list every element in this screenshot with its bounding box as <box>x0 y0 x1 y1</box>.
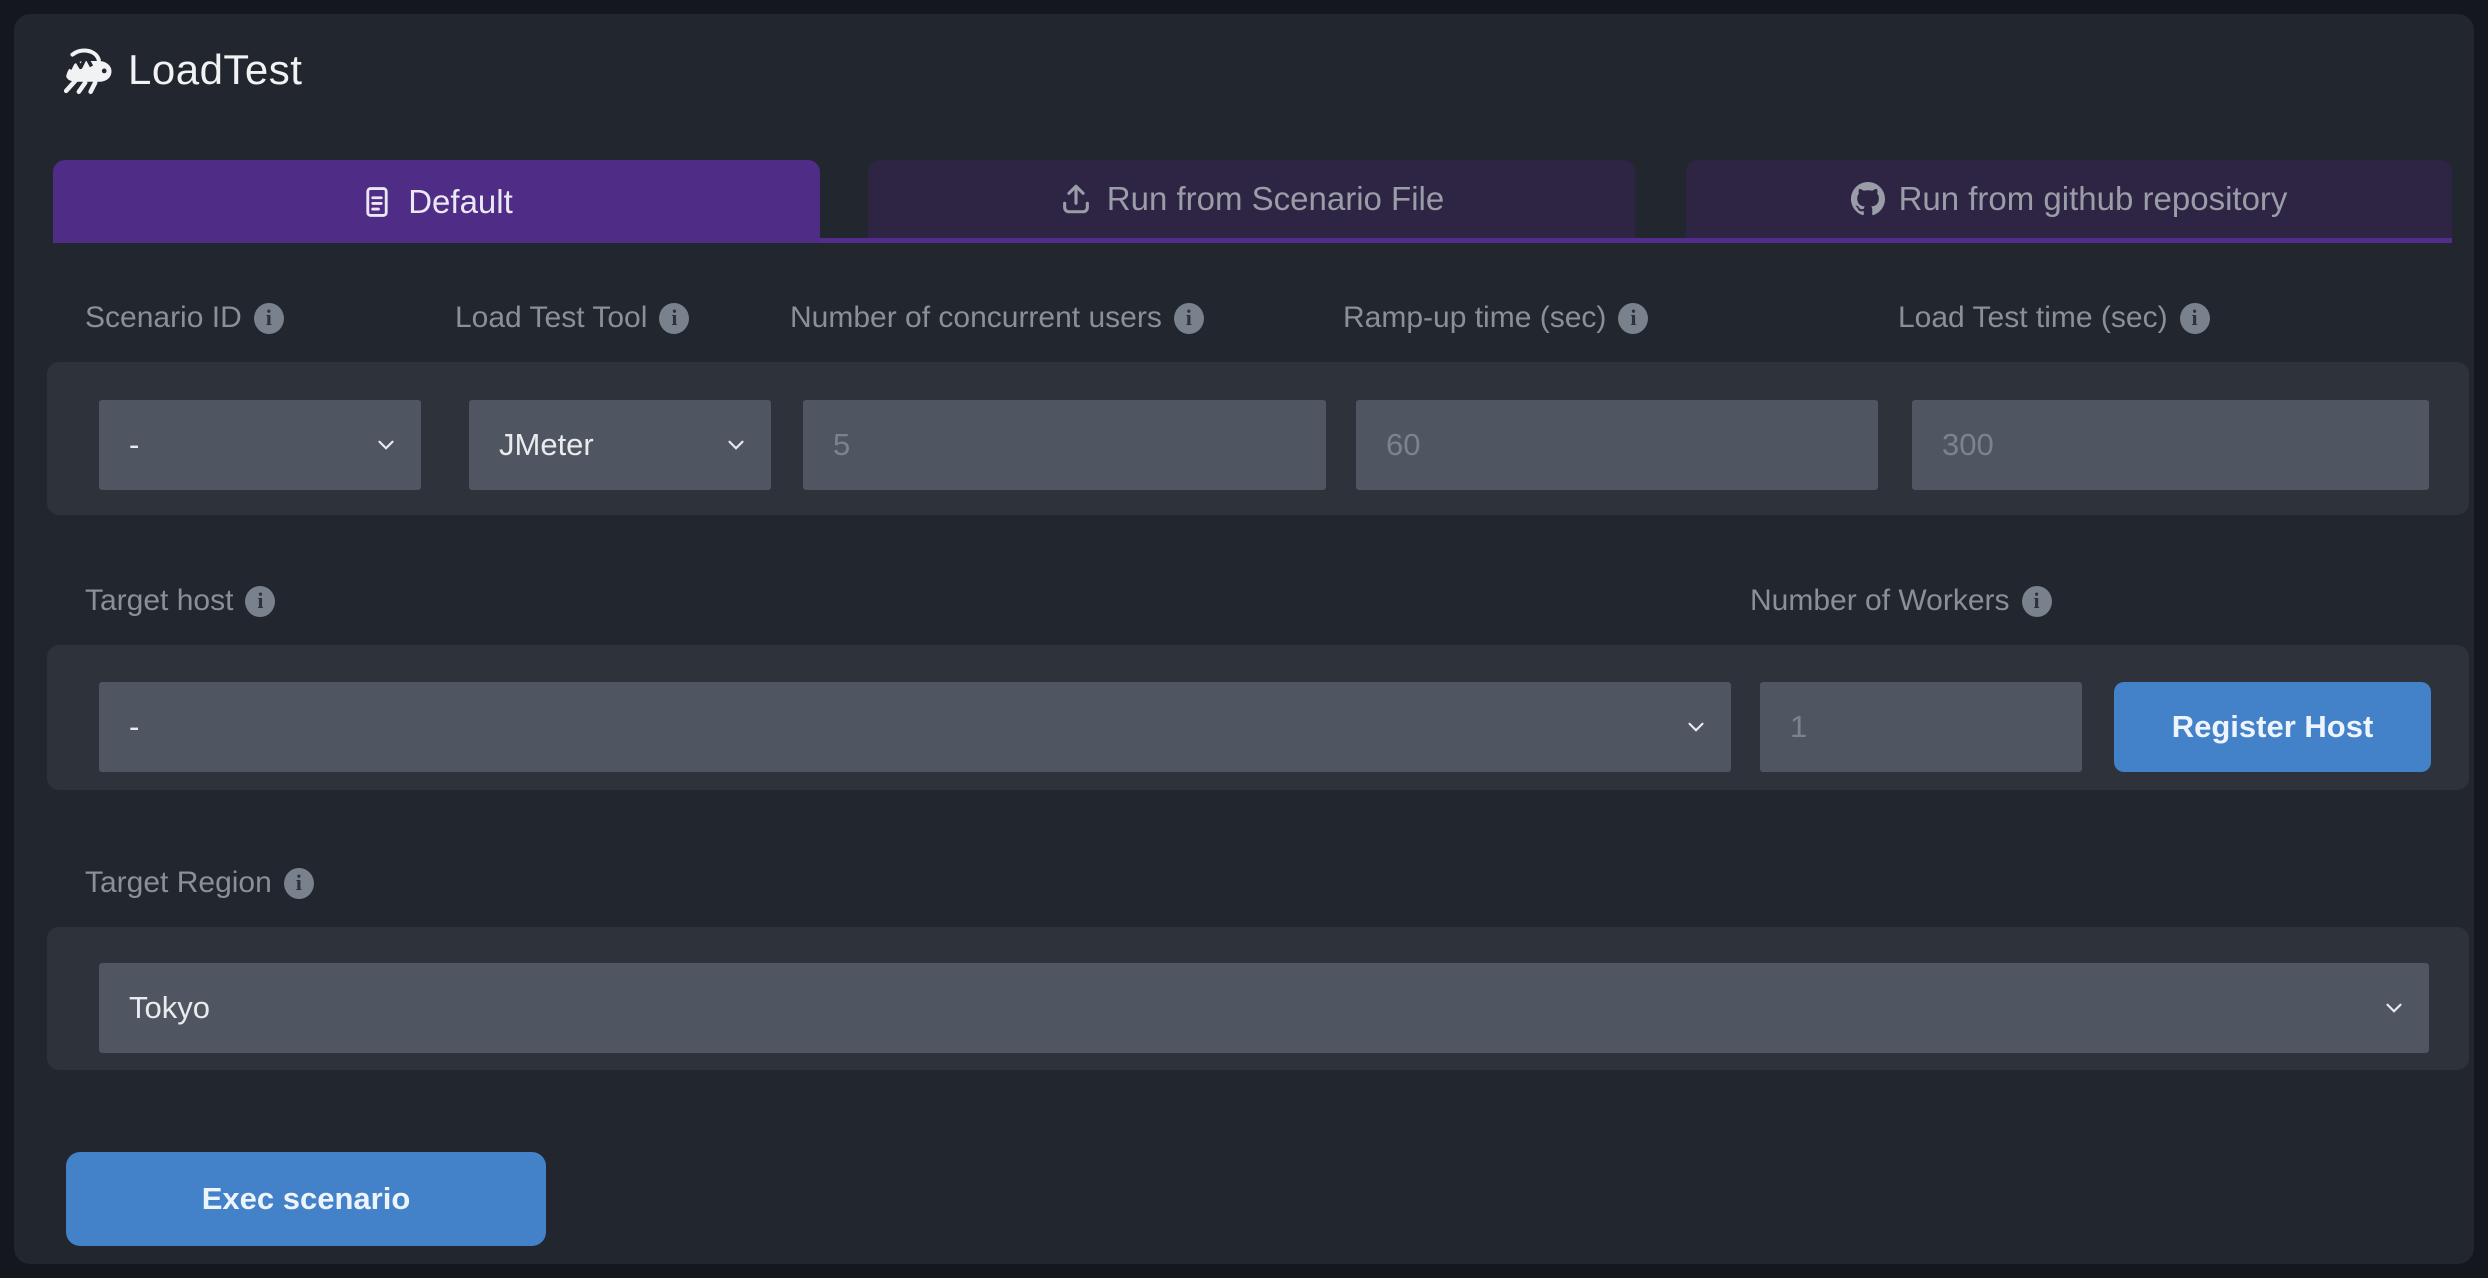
target-host-label-text: Target host <box>85 584 233 618</box>
target-region-label: Target Region i <box>85 866 314 900</box>
github-icon <box>1851 182 1885 216</box>
chevron-down-icon <box>373 432 399 458</box>
tab-run-from-github[interactable]: Run from github repository <box>1686 160 2452 238</box>
info-icon[interactable]: i <box>2180 303 2210 334</box>
upload-icon <box>1059 182 1093 216</box>
exec-scenario-button[interactable]: Exec scenario <box>66 1152 546 1246</box>
chevron-down-icon <box>1683 714 1709 740</box>
tab-default-label: Default <box>408 183 513 221</box>
ramp-up-time-label: Ramp-up time (sec) i <box>1343 301 1648 335</box>
tab-run-from-scenario-file[interactable]: Run from Scenario File <box>868 160 1635 238</box>
info-icon[interactable]: i <box>254 303 284 334</box>
ramp-up-time-input[interactable] <box>1356 400 1878 490</box>
scenario-settings-panel: - JMeter <box>47 362 2469 515</box>
load-test-tool-select[interactable]: JMeter <box>469 400 771 490</box>
tab-bar: Default Run from Scenario File Run from … <box>53 160 2452 243</box>
target-region-label-text: Target Region <box>85 866 272 900</box>
workers-label: Number of Workers i <box>1750 584 2052 618</box>
main-card: LoadTest Default <box>14 14 2474 1264</box>
chevron-down-icon <box>2381 995 2407 1021</box>
target-host-panel: - Register Host <box>47 645 2469 790</box>
target-host-select[interactable]: - <box>99 682 1731 772</box>
register-host-button[interactable]: Register Host <box>2114 682 2431 772</box>
scenario-id-value: - <box>129 427 139 463</box>
scenario-id-label-text: Scenario ID <box>85 301 242 335</box>
target-host-label: Target host i <box>85 584 275 618</box>
concurrent-users-label: Number of concurrent users i <box>790 301 1204 335</box>
load-test-time-label: Load Test time (sec) i <box>1898 301 2210 335</box>
info-icon[interactable]: i <box>245 586 275 617</box>
load-test-tool-label: Load Test Tool i <box>455 301 689 335</box>
scenario-id-label: Scenario ID i <box>85 301 284 335</box>
ant-icon <box>58 44 116 96</box>
ramp-up-time-label-text: Ramp-up time (sec) <box>1343 301 1606 335</box>
target-region-select[interactable]: Tokyo <box>99 963 2429 1053</box>
workers-label-text: Number of Workers <box>1750 584 2010 618</box>
target-host-value: - <box>129 709 139 745</box>
app-brand: LoadTest <box>58 44 302 96</box>
load-test-tool-value: JMeter <box>499 427 594 463</box>
info-icon[interactable]: i <box>1174 303 1204 334</box>
file-document-icon <box>360 185 394 219</box>
info-icon[interactable]: i <box>659 303 689 334</box>
load-test-time-label-text: Load Test time (sec) <box>1898 301 2168 335</box>
target-region-value: Tokyo <box>129 990 210 1026</box>
info-icon[interactable]: i <box>2022 586 2052 617</box>
tab-default[interactable]: Default <box>53 160 820 243</box>
workers-input[interactable] <box>1760 682 2082 772</box>
target-region-panel: Tokyo <box>47 927 2469 1070</box>
concurrent-users-label-text: Number of concurrent users <box>790 301 1162 335</box>
scenario-id-select[interactable]: - <box>99 400 421 490</box>
app-title: LoadTest <box>128 46 302 94</box>
load-test-tool-label-text: Load Test Tool <box>455 301 647 335</box>
info-icon[interactable]: i <box>1618 303 1648 334</box>
chevron-down-icon <box>723 432 749 458</box>
concurrent-users-input[interactable] <box>803 400 1326 490</box>
tab-github-label: Run from github repository <box>1899 180 2288 218</box>
load-test-time-input[interactable] <box>1912 400 2429 490</box>
tab-scenario-file-label: Run from Scenario File <box>1107 180 1444 218</box>
info-icon[interactable]: i <box>284 868 314 899</box>
